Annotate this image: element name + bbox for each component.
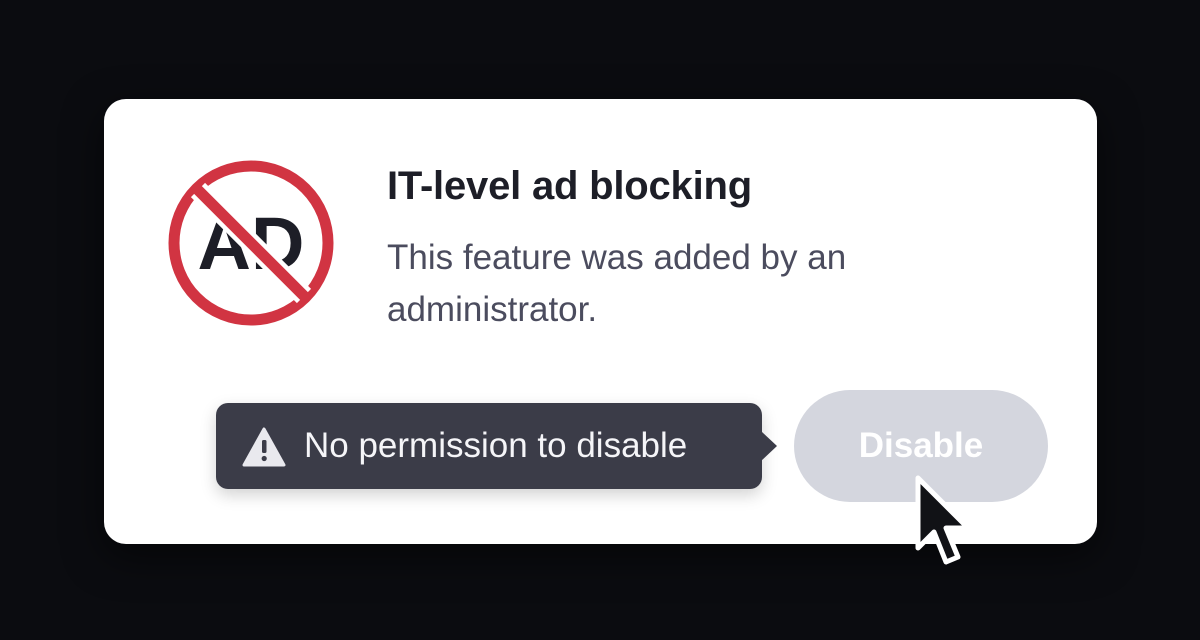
mouse-pointer-icon [912,474,976,570]
tooltip-text: No permission to disable [304,426,688,465]
warning-icon [242,427,286,467]
tooltip-arrow [761,431,777,461]
dialog-description: This feature was added by an administrat… [387,238,847,329]
dialog-title: IT-level ad blocking [387,164,752,208]
no-ads-icon: AD [168,160,334,326]
permission-tooltip: No permission to disable [216,403,777,489]
